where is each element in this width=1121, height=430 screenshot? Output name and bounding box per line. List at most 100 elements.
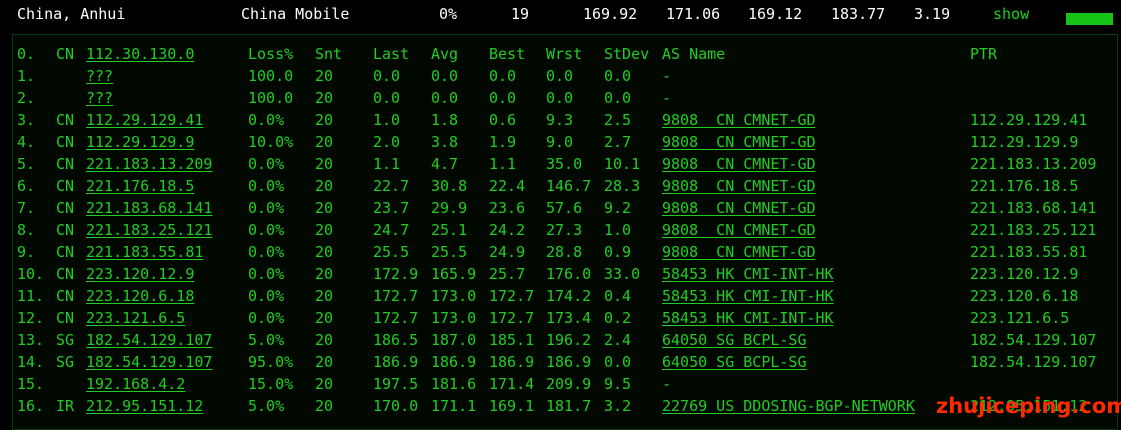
cell-avg: 173.0 — [431, 287, 477, 305]
column-header-loss: Loss% — [248, 45, 294, 63]
cell-wrst: 186.9 — [546, 353, 592, 371]
cell-best: 0.6 — [489, 111, 517, 129]
summary-stdev: 3.19 — [914, 5, 951, 23]
cell-loss: 0.0% — [248, 111, 285, 129]
cell-ptr: 221.183.25.121 — [970, 221, 1097, 239]
cell-loss: 15.0% — [248, 375, 294, 393]
cell-as[interactable]: 9808 CN CMNET-GD — [662, 155, 816, 173]
cell-stdev: 0.4 — [604, 287, 632, 305]
cell-best: 186.9 — [489, 353, 535, 371]
table-row: 4. CN 112.29.129.9 10.0% 20 2.0 3.8 1.9 9.0 2.7 98… — [0, 133, 1121, 155]
cell-ip[interactable]: 221.183.68.141 — [86, 199, 212, 217]
cell-ip[interactable]: 221.176.18.5 — [86, 177, 194, 195]
cell-n: 13. — [17, 331, 45, 349]
cell-avg: 165.9 — [431, 265, 477, 283]
cell-n: 15. — [17, 375, 45, 393]
cell-stdev: 33.0 — [604, 265, 641, 283]
cell-ip[interactable]: 221.183.25.121 — [86, 221, 212, 239]
cell-wrst: 146.7 — [546, 177, 592, 195]
cell-last: 186.5 — [373, 331, 419, 349]
cell-ip[interactable]: 212.95.151.12 — [86, 397, 203, 415]
cell-as[interactable]: 9808 CN CMNET-GD — [662, 111, 816, 129]
cell-ip[interactable]: 182.54.129.107 — [86, 353, 212, 371]
cell-as[interactable]: 9808 CN CMNET-GD — [662, 177, 816, 195]
cell-as[interactable]: 64050 SG BCPL-SG — [662, 331, 807, 349]
cell-last: 2.0 — [373, 133, 401, 151]
column-header-wrst: Wrst — [546, 45, 583, 63]
cell-avg: 3.8 — [431, 133, 459, 151]
cell-ip[interactable]: 223.121.6.5 — [86, 309, 185, 327]
cell-last: 172.7 — [373, 309, 419, 327]
cell-cc: CN — [56, 309, 75, 327]
cell-n: 16. — [17, 397, 45, 415]
cell-ip[interactable]: 223.120.12.9 — [86, 265, 194, 283]
cell-ip[interactable]: 112.29.129.41 — [86, 111, 203, 129]
cell-ip[interactable]: 223.120.6.18 — [86, 287, 194, 305]
cell-loss: 0.0% — [248, 199, 285, 217]
cell-snt: 20 — [315, 133, 334, 151]
table-row: 14. SG 182.54.129.107 95.0% 20 186.9 186.9 186.… — [0, 353, 1121, 375]
cell-ptr: 112.29.129.9 — [970, 133, 1079, 151]
cell-cc: CN — [56, 45, 75, 63]
cell-avg: 187.0 — [431, 331, 477, 349]
table-row: 5. CN 221.183.13.209 0.0% 20 1.1 4.7 1.1 35.0 10.… — [0, 155, 1121, 177]
cell-snt: 20 — [315, 199, 334, 217]
cell-as[interactable]: 9808 CN CMNET-GD — [662, 221, 816, 239]
cell-wrst: 209.9 — [546, 375, 592, 393]
column-header-stdev: StDev — [604, 45, 650, 63]
cell-as[interactable]: 22769 US DDOSING-BGP-NETWORK — [662, 397, 915, 415]
cell-ip[interactable]: ??? — [86, 89, 113, 107]
cell-ip[interactable]: 192.168.4.2 — [86, 375, 185, 393]
cell-best: 185.1 — [489, 331, 535, 349]
cell-as[interactable]: 58453 HK CMI-INT-HK — [662, 287, 834, 305]
cell-snt: 20 — [315, 353, 334, 371]
cell-n: 4. — [17, 133, 36, 151]
cell-as[interactable]: 64050 SG BCPL-SG — [662, 353, 807, 371]
cell-stdev: 3.2 — [604, 397, 632, 415]
cell-ip[interactable]: 182.54.129.107 — [86, 331, 212, 349]
cell-avg: 0.0 — [431, 67, 459, 85]
cell-best: 171.4 — [489, 375, 535, 393]
column-header-avg: Avg — [431, 45, 459, 63]
cell-ptr: 112.29.129.41 — [970, 111, 1088, 129]
cell-as[interactable]: 58453 HK CMI-INT-HK — [662, 309, 834, 327]
cell-last: 23.7 — [373, 199, 410, 217]
cell-ip[interactable]: 112.30.130.0 — [86, 45, 194, 63]
cell-last: 22.7 — [373, 177, 410, 195]
cell-n: 12. — [17, 309, 45, 327]
expand-bar-indicator[interactable] — [1066, 13, 1113, 25]
cell-loss: 0.0% — [248, 265, 285, 283]
cell-stdev: 0.0 — [604, 89, 632, 107]
cell-stdev: 2.5 — [604, 111, 632, 129]
cell-n: 9. — [17, 243, 36, 261]
show-toggle[interactable]: show — [993, 5, 1029, 23]
cell-best: 23.6 — [489, 199, 526, 217]
cell-wrst: 27.3 — [546, 221, 583, 239]
cell-ip[interactable]: 112.29.129.9 — [86, 133, 194, 151]
cell-ptr: 182.54.129.107 — [970, 353, 1097, 371]
table-row: 3. CN 112.29.129.41 0.0% 20 1.0 1.8 0.6 9.3 2.5 98… — [0, 111, 1121, 133]
cell-ip[interactable]: 221.183.13.209 — [86, 155, 212, 173]
cell-wrst: 181.7 — [546, 397, 592, 415]
cell-as[interactable]: 9808 CN CMNET-GD — [662, 243, 816, 261]
cell-avg: 25.1 — [431, 221, 468, 239]
cell-snt: 20 — [315, 155, 334, 173]
cell-as[interactable]: 58453 HK CMI-INT-HK — [662, 265, 834, 283]
cell-n: 1. — [17, 67, 36, 85]
cell-as[interactable]: 9808 CN CMNET-GD — [662, 133, 816, 151]
cell-ptr: 221.183.55.81 — [970, 243, 1088, 261]
cell-cc: CN — [56, 243, 75, 261]
cell-ptr: 221.183.13.209 — [970, 155, 1097, 173]
cell-wrst: 0.0 — [546, 67, 574, 85]
cell-ip[interactable]: ??? — [86, 67, 113, 85]
cell-cc: CN — [56, 177, 75, 195]
cell-last: 0.0 — [373, 89, 401, 107]
cell-as[interactable]: 9808 CN CMNET-GD — [662, 199, 816, 217]
cell-snt: 20 — [315, 287, 334, 305]
cell-ip[interactable]: 221.183.55.81 — [86, 243, 203, 261]
cell-ptr: 221.183.68.141 — [970, 199, 1097, 217]
cell-n: 2. — [17, 89, 36, 107]
cell-snt: 20 — [315, 375, 334, 393]
cell-last: 172.7 — [373, 287, 419, 305]
watermark-logo: zhujiceping.com — [936, 394, 1121, 418]
